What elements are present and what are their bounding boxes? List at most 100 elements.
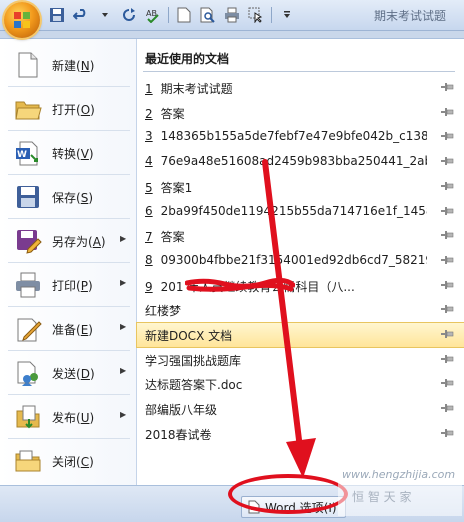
recent-document-number: 6 <box>145 203 153 218</box>
menu-item-new[interactable]: 新建(N) <box>0 45 136 85</box>
title-bar: AB 期末考试试题 <box>0 0 464 31</box>
divider <box>8 438 130 439</box>
save-icon <box>17 186 39 208</box>
pin-icon[interactable] <box>441 82 455 92</box>
menu-label-convert: 转换 <box>52 147 77 161</box>
qat-save-button[interactable] <box>48 6 66 24</box>
recent-document-number: 3 <box>145 129 153 144</box>
menu-key-save-as: A <box>92 235 101 249</box>
menu-item-save[interactable]: 保存(S) <box>0 177 136 217</box>
divider <box>8 262 130 263</box>
menu-item-prepare[interactable]: 准备(E) ▶ <box>0 309 136 349</box>
recent-document-name: 红楼梦 <box>145 304 182 319</box>
window-title: 期末考试试题 <box>374 9 447 23</box>
recent-document-name: 答案 <box>160 106 185 121</box>
menu-key-close: C <box>80 455 90 469</box>
recent-document-item[interactable]: 3 148365b155a5de7febf7e47e9bfe042b_c1384e… <box>137 125 464 149</box>
pin-icon[interactable] <box>441 230 455 240</box>
pin-icon[interactable] <box>441 280 455 290</box>
recent-document-text: 学习强国挑战题库 <box>145 352 427 369</box>
blank-page-icon <box>177 7 191 23</box>
menu-item-close[interactable]: 关闭(C) <box>0 441 136 481</box>
redaction-scribble <box>185 277 295 292</box>
recent-document-item[interactable]: 6 2ba99f450de1194215b55da714716e1f_14581.… <box>137 200 464 224</box>
pin-icon[interactable] <box>441 107 455 117</box>
recent-document-text: 1 期末考试试题 <box>145 80 427 97</box>
menu-item-print[interactable]: 打印(P) ▶ <box>0 265 136 305</box>
menu-key-send: D <box>80 367 90 381</box>
new-doc-icon <box>18 52 38 78</box>
quick-access-toolbar: AB <box>48 5 296 25</box>
recent-document-item[interactable]: 7 答案 <box>137 224 464 248</box>
qat-redo-button[interactable] <box>120 6 138 24</box>
divider <box>8 394 130 395</box>
divider <box>8 218 130 219</box>
recent-document-name: 期末考试试题 <box>160 82 233 96</box>
options-page-icon <box>248 500 260 514</box>
pin-icon[interactable] <box>441 131 455 141</box>
recent-document-item[interactable]: 4 76e9a48e51608ad2459b983bba250441_2abb..… <box>137 150 464 174</box>
pin-icon[interactable] <box>441 181 455 191</box>
recent-document-text: 4 76e9a48e51608ad2459b983bba250441_2abb..… <box>145 154 427 168</box>
office-button[interactable] <box>4 2 40 38</box>
recent-document-item[interactable]: 新建DOCX 文档 <box>136 322 464 348</box>
menu-item-save-as[interactable]: 另存为(A) ▶ <box>0 221 136 261</box>
recent-document-item[interactable]: 1 期末考试试题 <box>137 76 464 100</box>
recent-document-item[interactable]: 8 09300b4fbbe21f3154001ed92db6cd7_58219..… <box>137 249 464 273</box>
menu-label-publish: 发布 <box>52 411 77 425</box>
prepare-icon <box>17 318 42 342</box>
recent-document-text: 2 答案 <box>145 105 427 122</box>
recent-document-item[interactable]: 2018春试卷 <box>137 422 464 446</box>
pin-icon[interactable] <box>441 206 455 216</box>
qat-undo-dropdown[interactable] <box>96 6 114 24</box>
pin-icon[interactable] <box>441 428 455 438</box>
menu-item-publish[interactable]: 发布(U) ▶ <box>0 397 136 437</box>
menu-item-convert[interactable]: W 转换(V) <box>0 133 136 173</box>
divider <box>8 350 130 351</box>
spelling-check-icon: AB <box>146 9 159 23</box>
recent-document-name: 09300b4fbbe21f3154001ed92db6cd7_58219... <box>160 252 427 267</box>
menu-label-open: 打开 <box>52 103 77 117</box>
qat-customize-button[interactable] <box>278 6 296 24</box>
watermark-text: 恒 智 天 家 <box>352 490 412 504</box>
recent-document-number: 5 <box>145 180 153 195</box>
recent-document-text: 7 答案 <box>145 228 427 245</box>
toolbar-separator <box>168 7 169 23</box>
recent-document-item[interactable]: 学习强国挑战题库 <box>137 348 464 372</box>
redo-icon <box>123 8 135 21</box>
recent-document-number: 8 <box>145 252 153 267</box>
menu-label-prepare: 准备 <box>52 323 77 337</box>
recent-documents-header: 最近使用的文档 <box>145 52 230 66</box>
divider <box>8 86 130 87</box>
recent-document-number: 9 <box>145 279 153 294</box>
qat-undo-button[interactable] <box>72 6 90 24</box>
recent-document-text: 2018春试卷 <box>145 426 427 443</box>
divider <box>8 306 130 307</box>
qat-spelling-button[interactable]: AB <box>144 6 162 24</box>
recent-document-item[interactable]: 部编版八年级 <box>137 397 464 421</box>
qat-select-button[interactable] <box>247 6 265 24</box>
qat-print-button[interactable] <box>223 6 241 24</box>
recent-document-item[interactable]: 红楼梦 <box>137 298 464 322</box>
recent-document-item[interactable]: 5 答案1 <box>137 175 464 199</box>
recent-document-name: 学习强国挑战题库 <box>145 353 242 368</box>
pin-icon[interactable] <box>441 354 455 364</box>
recent-document-number: 4 <box>145 154 153 169</box>
pin-icon[interactable] <box>441 329 455 339</box>
recent-document-name: 2018春试卷 <box>145 427 212 442</box>
save-as-icon <box>17 230 42 254</box>
qat-new-button[interactable] <box>175 6 193 24</box>
qat-preview-button[interactable] <box>199 6 217 24</box>
word-options-button[interactable]: Word 选项(I) <box>241 496 346 518</box>
pin-icon[interactable] <box>441 378 455 388</box>
recent-document-item[interactable]: 达标题答案下.doc <box>137 372 464 396</box>
menu-key-save: S <box>80 191 89 205</box>
pin-icon[interactable] <box>441 255 455 265</box>
menu-item-open[interactable]: 打开(O) <box>0 89 136 129</box>
recent-document-number: 7 <box>145 230 153 245</box>
menu-item-send[interactable]: 发送(D) ▶ <box>0 353 136 393</box>
recent-document-item[interactable]: 2 答案 <box>137 101 464 125</box>
pin-icon[interactable] <box>441 304 455 314</box>
pin-icon[interactable] <box>441 156 455 166</box>
pin-icon[interactable] <box>441 403 455 413</box>
